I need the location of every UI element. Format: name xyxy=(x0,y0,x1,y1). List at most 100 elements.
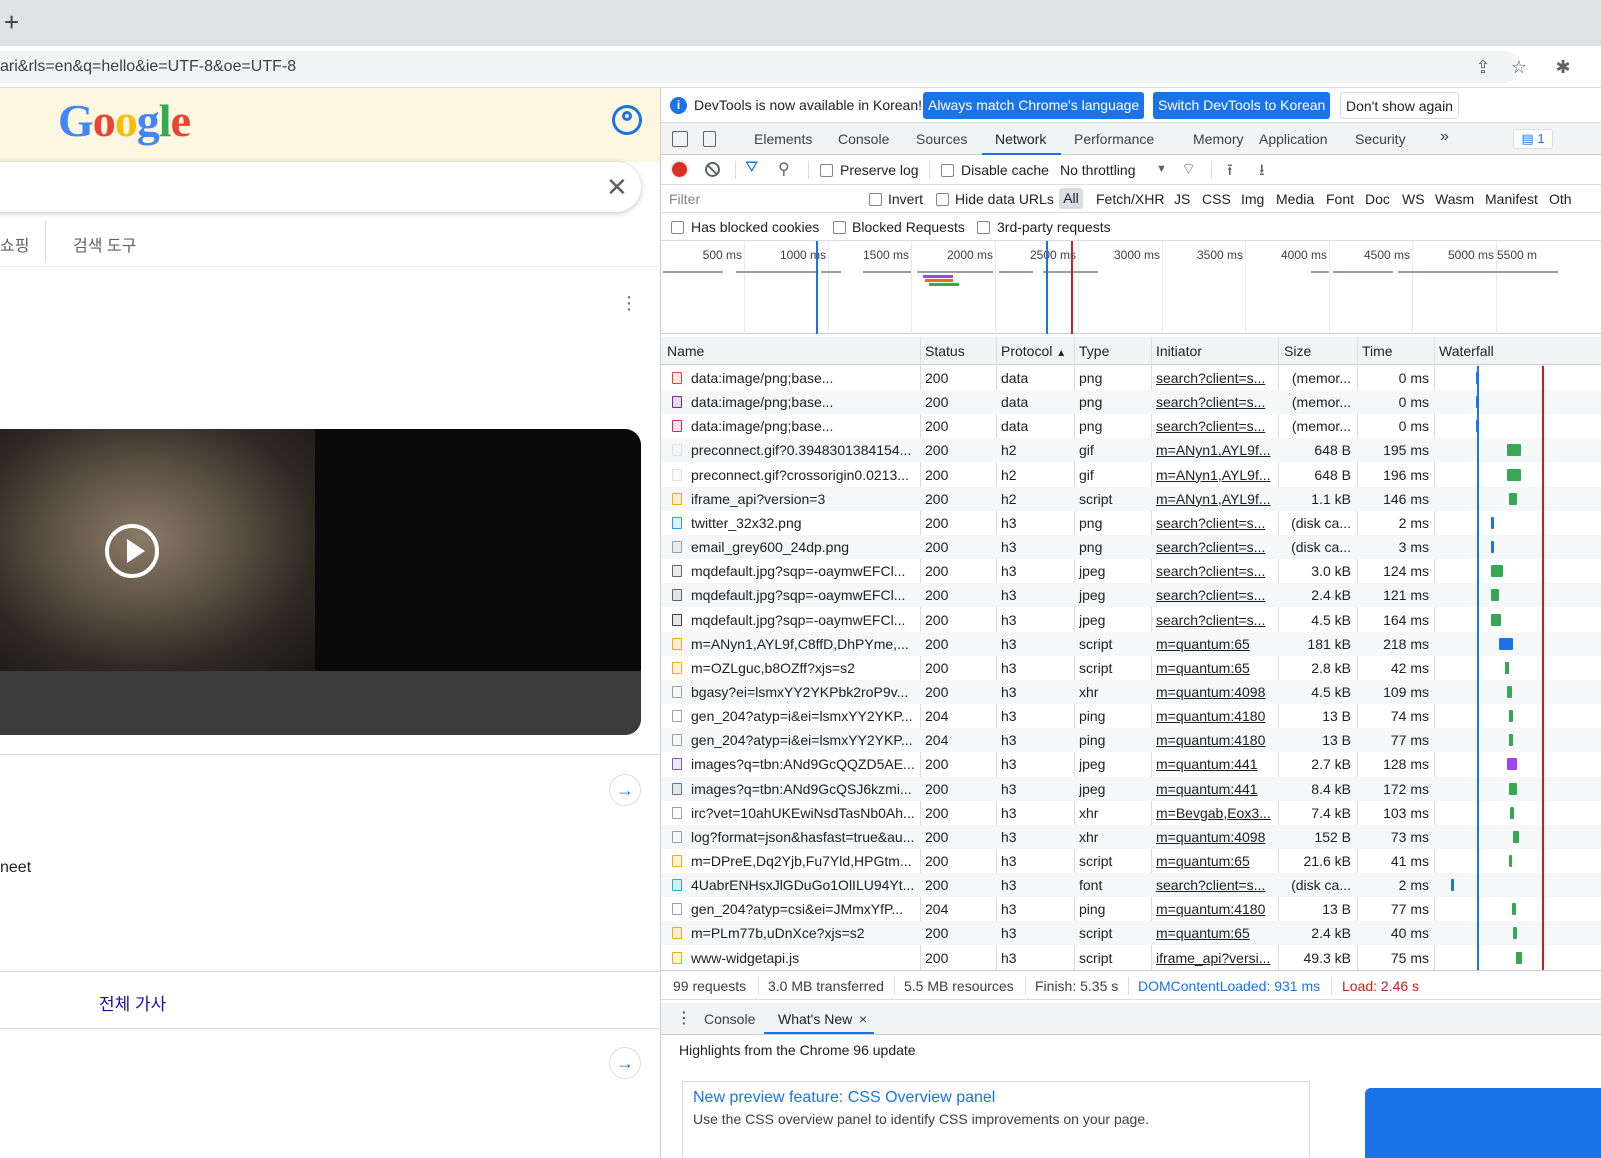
tab-sources[interactable]: Sources xyxy=(916,131,967,147)
chevron-down-icon[interactable]: ▼ xyxy=(1156,163,1167,175)
table-row[interactable]: data:image/png;base... 200 data png search?c… xyxy=(661,366,1601,390)
filter-img[interactable]: Img xyxy=(1241,191,1264,207)
request-name[interactable]: images?q=tbn:ANd9GcQSJ6kzmi... xyxy=(691,781,917,797)
column-protocol[interactable]: Protocol ▲ xyxy=(1001,343,1066,359)
request-name[interactable]: mqdefault.jpg?sqp=-oaymwEFCl... xyxy=(691,563,917,579)
tab-application[interactable]: Application xyxy=(1259,131,1328,147)
drawer-tab-whats-new[interactable]: What's New xyxy=(778,1011,852,1027)
network-conditions-icon[interactable]: ⌔ xyxy=(1181,159,1196,179)
column-initiator[interactable]: Initiator xyxy=(1156,343,1202,359)
waterfall-bar[interactable] xyxy=(1509,492,1517,505)
request-initiator[interactable]: m=quantum:4180 xyxy=(1156,708,1276,724)
tab-network[interactable]: Network xyxy=(995,131,1046,147)
table-row[interactable]: log?format=json&hasfast=true&au... 200 h3 x… xyxy=(661,824,1601,849)
waterfall-bar[interactable] xyxy=(1513,927,1517,940)
waterfall-bar[interactable] xyxy=(1491,541,1494,554)
hide-data-urls-checkbox[interactable] xyxy=(936,193,949,206)
throttling-select[interactable]: No throttling xyxy=(1060,162,1135,178)
tab-console[interactable]: Console xyxy=(838,131,889,147)
table-row[interactable]: mqdefault.jpg?sqp=-oaymwEFCl... 200 h3 jpeg… xyxy=(661,608,1601,632)
invert-checkbox[interactable] xyxy=(869,193,882,206)
request-initiator[interactable]: m=quantum:65 xyxy=(1156,660,1276,676)
request-initiator[interactable]: search?client=s... xyxy=(1156,418,1276,434)
third-party-checkbox[interactable] xyxy=(977,221,990,234)
issues-badge[interactable]: ▤ 1 xyxy=(1513,129,1553,149)
clear-icon[interactable] xyxy=(705,162,720,177)
table-row[interactable]: email_grey600_24dp.png 200 h3 png search?cli… xyxy=(661,535,1601,560)
waterfall-bar[interactable] xyxy=(1509,782,1517,795)
drawer-tab-console[interactable]: Console xyxy=(704,1011,755,1027)
waterfall-bar[interactable] xyxy=(1509,855,1512,867)
request-name[interactable]: gen_204?atyp=i&ei=lsmxYY2YKP... xyxy=(691,732,917,748)
request-initiator[interactable]: m=quantum:441 xyxy=(1156,756,1276,772)
request-initiator[interactable]: search?client=s... xyxy=(1156,515,1276,531)
import-har-icon[interactable]: ⭱ xyxy=(1227,159,1233,186)
video-card[interactable] xyxy=(0,429,641,735)
new-tab-button[interactable]: + xyxy=(4,9,19,35)
request-name[interactable]: preconnect.gif?0.3948301384154... xyxy=(691,442,917,458)
dont-show-again-button[interactable]: Don't show again xyxy=(1340,92,1459,119)
waterfall-bar[interactable] xyxy=(1507,685,1512,698)
table-row[interactable]: m=OZLguc,b8OZff?xjs=s2 200 h3 script m=quant… xyxy=(661,656,1601,680)
more-tabs-icon[interactable]: » xyxy=(1440,128,1449,146)
filter-css[interactable]: CSS xyxy=(1202,191,1231,207)
request-name[interactable]: m=ANyn1,AYL9f,C8ffD,DhPYme,... xyxy=(691,636,917,652)
request-initiator[interactable]: search?client=s... xyxy=(1156,877,1276,893)
filter-wasm[interactable]: Wasm xyxy=(1435,191,1474,207)
waterfall-bar[interactable] xyxy=(1505,661,1509,674)
share-icon[interactable]: ⇪ xyxy=(1472,56,1494,78)
preserve-log-checkbox[interactable] xyxy=(820,164,833,177)
request-name[interactable]: m=OZLguc,b8OZff?xjs=s2 xyxy=(691,660,917,676)
request-name[interactable]: iframe_api?version=3 xyxy=(691,491,917,507)
filter-other[interactable]: Oth xyxy=(1549,191,1572,207)
waterfall-bar[interactable] xyxy=(1509,710,1513,723)
request-name[interactable]: log?format=json&hasfast=true&au... xyxy=(691,829,917,845)
google-doodle-logo[interactable]: Google xyxy=(58,94,191,147)
column-name[interactable]: Name xyxy=(667,343,704,359)
table-row[interactable]: data:image/png;base... 200 data png search?c… xyxy=(661,390,1601,415)
has-blocked-cookies-checkbox[interactable] xyxy=(671,221,684,234)
waterfall-bar[interactable] xyxy=(1499,637,1513,650)
table-row[interactable]: gen_204?atyp=i&ei=lsmxYY2YKP... 204 h3 ping… xyxy=(661,728,1601,753)
record-icon[interactable] xyxy=(672,162,687,177)
address-bar[interactable]: ari&rls=en&q=hello&ie=UTF-8&oe=UTF-8 xyxy=(0,51,1520,83)
waterfall-bar[interactable] xyxy=(1491,516,1494,529)
request-name[interactable]: irc?vet=10ahUKEwiNsdTasNb0Ah... xyxy=(691,805,917,821)
request-initiator[interactable]: iframe_api?versi... xyxy=(1156,950,1276,966)
table-row[interactable]: images?q=tbn:ANd9GcQSJ6kzmi... 200 h3 jpeg m… xyxy=(661,776,1601,801)
request-name[interactable]: data:image/png;base... xyxy=(691,370,917,386)
request-name[interactable]: 4UabrENHsxJlGDuGo1OlILU94Yt... xyxy=(691,877,917,893)
waterfall-bar[interactable] xyxy=(1510,806,1514,819)
search-input[interactable]: ✕ xyxy=(0,162,641,212)
arrow-right-icon[interactable]: → xyxy=(609,774,641,806)
request-initiator[interactable]: search?client=s... xyxy=(1156,563,1276,579)
request-name[interactable]: m=DPreE,Dq2Yjb,Fu7Yld,HPGtm... xyxy=(691,853,917,869)
request-initiator[interactable]: search?client=s... xyxy=(1156,539,1276,555)
request-name[interactable]: m=PLm77b,uDnXce?xjs=s2 xyxy=(691,925,917,941)
waterfall-bar[interactable] xyxy=(1509,734,1513,747)
waterfall-bar[interactable] xyxy=(1507,758,1517,771)
export-har-icon[interactable]: ⭳ xyxy=(1259,159,1265,186)
table-row[interactable]: images?q=tbn:ANd9GcQQZD5AE... 200 h3 jpeg m=… xyxy=(661,752,1601,776)
table-row[interactable]: bgasy?ei=lsmxYY2YKPbk2roP9v... 200 h3 xhr m=… xyxy=(661,679,1601,704)
clear-search-icon[interactable]: ✕ xyxy=(606,172,628,203)
waterfall-bar[interactable] xyxy=(1507,444,1521,457)
table-row[interactable]: mqdefault.jpg?sqp=-oaymwEFCl... 200 h3 jpeg… xyxy=(661,583,1601,608)
filter-media[interactable]: Media xyxy=(1276,191,1314,207)
filter-fetch-xhr[interactable]: Fetch/XHR xyxy=(1096,191,1164,207)
drawer-menu-icon[interactable]: ⋮ xyxy=(676,1008,692,1028)
filter-js[interactable]: JS xyxy=(1174,191,1190,207)
close-icon[interactable]: × xyxy=(859,1011,867,1027)
network-overview-timeline[interactable]: 500 ms 1000 ms 1500 ms 2000 ms 2500 ms 3… xyxy=(661,241,1601,334)
table-row[interactable]: gen_204?atyp=i&ei=lsmxYY2YKP... 204 h3 ping… xyxy=(661,704,1601,728)
full-lyrics-link[interactable]: 전체 가사 xyxy=(99,990,166,1015)
request-name[interactable]: gen_204?atyp=i&ei=lsmxYY2YKP... xyxy=(691,708,917,724)
waterfall-bar[interactable] xyxy=(1451,879,1454,892)
table-row[interactable]: m=DPreE,Dq2Yjb,Fu7Yld,HPGtm... 200 h3 scrip… xyxy=(661,849,1601,873)
feature-card-title[interactable]: New preview feature: CSS Overview panel xyxy=(693,1089,995,1107)
table-row[interactable]: iframe_api?version=3 200 h2 script m=ANyn1,A… xyxy=(661,486,1601,511)
tab-search-tools[interactable]: 검색 도구 xyxy=(73,232,136,256)
request-initiator[interactable]: search?client=s... xyxy=(1156,370,1276,386)
tab-performance[interactable]: Performance xyxy=(1074,131,1154,147)
url-text[interactable]: ari&rls=en&q=hello&ie=UTF-8&oe=UTF-8 xyxy=(0,58,296,76)
